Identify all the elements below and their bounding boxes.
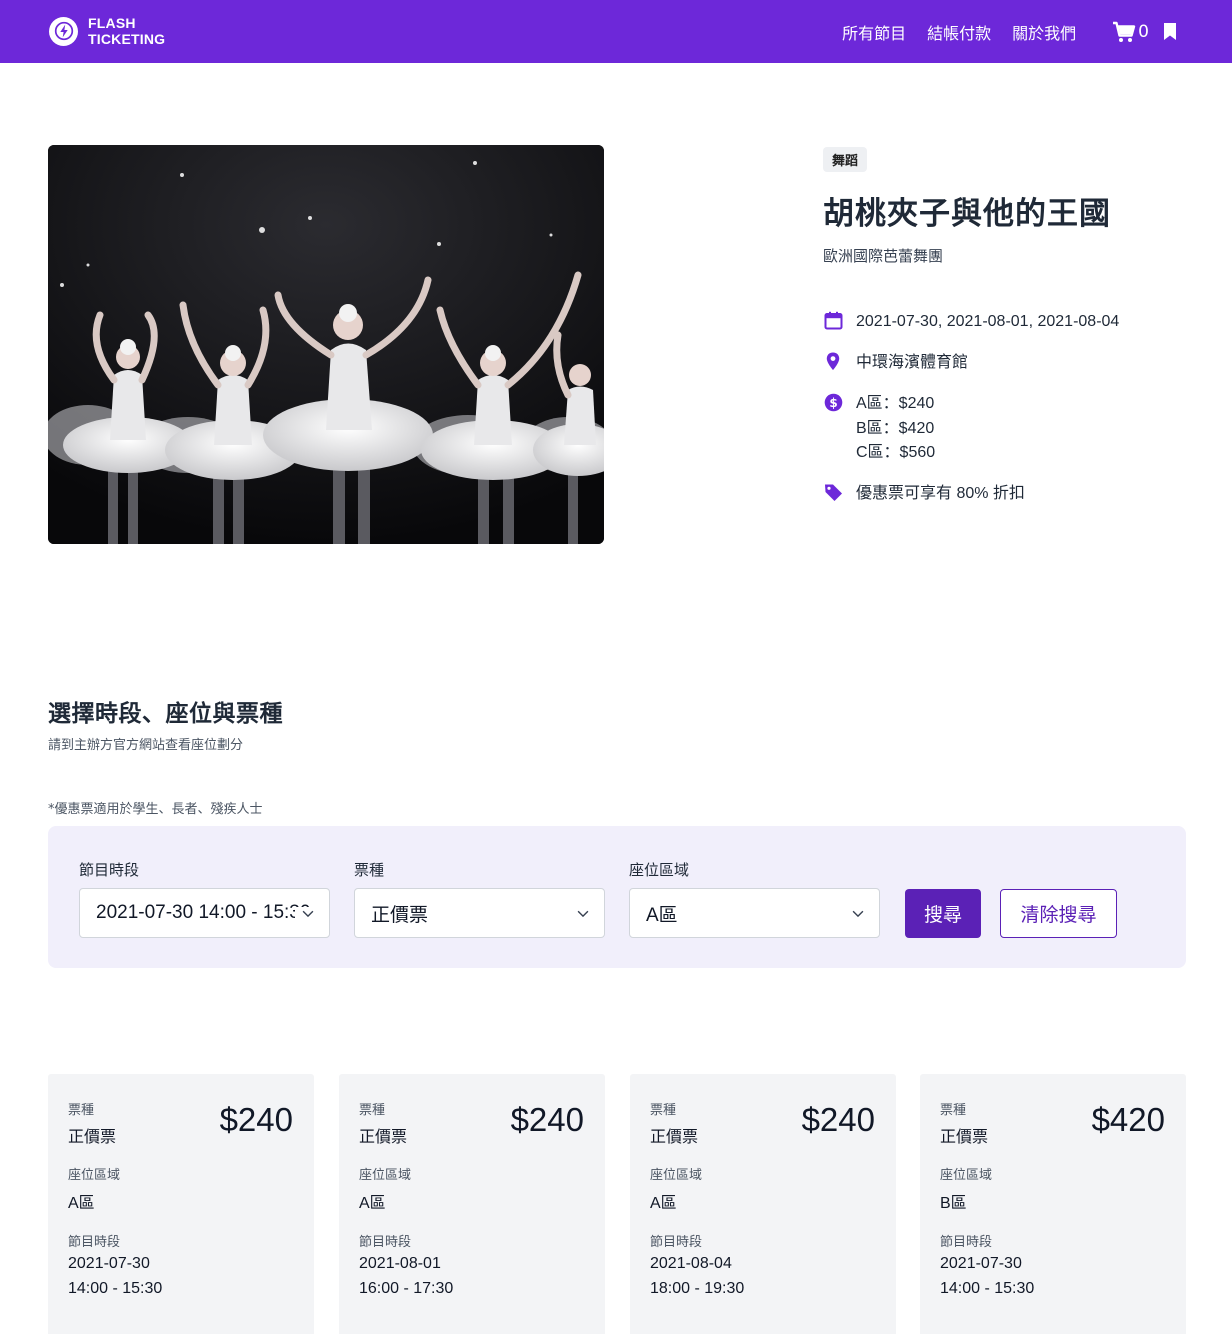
ticket-card[interactable]: 票種 正價票 $240 座位區域 A區 節目時段 2021-08-01 16:0… <box>339 1074 605 1334</box>
session-date: 2021-08-04 <box>650 1255 732 1272</box>
session-label: 節目時段 <box>940 1235 993 1250</box>
event-title: 胡桃夾子與他的王國 <box>823 196 1111 232</box>
event-prices: A區：$240 B區：$420 C區：$560 <box>856 392 935 466</box>
ticket-price: $240 <box>510 1101 584 1138</box>
event-hero-image <box>48 145 604 544</box>
seat-zone-label: 座位區域 <box>68 1168 121 1183</box>
lightning-icon <box>49 16 78 46</box>
price-zone-b: B區：$420 <box>856 419 935 437</box>
dollar-icon: $ <box>823 392 843 412</box>
ticket-type-label: 票種 <box>940 1103 967 1118</box>
session-time: 14:00 - 15:30 <box>940 1280 1035 1297</box>
ticket-type-label: 票種 <box>650 1103 677 1118</box>
nav-link-checkout[interactable]: 結帳付款 <box>927 20 991 44</box>
category-badge[interactable]: 舞蹈 <box>823 147 868 172</box>
seat-zone-label: 座位區域 <box>940 1168 993 1183</box>
ticket-type: 正價票 <box>68 1129 117 1146</box>
price-zone-a: A區：$240 <box>856 395 935 412</box>
clear-search-button[interactable]: 清除搜尋 <box>1000 889 1117 938</box>
event-discount-row: 優惠票可享有 80% 折扣 <box>823 482 1025 507</box>
ticket-type-label: 票種 <box>354 861 385 879</box>
section-title: 選擇時段、座位與票種 <box>48 701 283 727</box>
brand-logo-link[interactable]: FLASH TICKETING <box>49 15 165 47</box>
seat-zone: A區 <box>68 1195 95 1212</box>
tag-icon <box>823 482 843 502</box>
seat-zone: A區 <box>359 1195 386 1212</box>
event-discount: 優惠票可享有 80% 折扣 <box>856 485 1025 502</box>
seat-zone-select-value: A區 <box>646 904 678 926</box>
ticket-type: 正價票 <box>940 1129 989 1146</box>
event-venue: 中環海濱體育館 <box>856 354 969 371</box>
session-time: 18:00 - 19:30 <box>650 1280 745 1297</box>
ticket-card[interactable]: 票種 正價票 $240 座位區域 A區 節目時段 2021-07-30 14:0… <box>48 1074 314 1334</box>
location-pin-icon <box>823 351 843 371</box>
chevron-down-icon <box>845 907 865 921</box>
session-label: 節目時段 <box>359 1235 412 1250</box>
seat-zone-select[interactable]: A區 <box>629 888 880 938</box>
brand-name-line1: FLASH <box>88 15 136 31</box>
session-label: 節目時段 <box>650 1235 703 1250</box>
cart-button[interactable]: 0 <box>1112 21 1149 43</box>
ticket-price: $240 <box>801 1101 875 1138</box>
seat-zone: B區 <box>940 1195 967 1212</box>
section-subtitle: 請到主辦方官方網站查看座位劃分 <box>48 738 244 753</box>
ticket-price: $240 <box>219 1101 293 1138</box>
ticket-card[interactable]: 票種 正價票 $240 座位區域 A區 節目時段 2021-08-04 18:0… <box>630 1074 896 1334</box>
brand-name: FLASH TICKETING <box>88 15 165 47</box>
ticket-type-select-value: 正價票 <box>371 904 429 926</box>
svg-text:$: $ <box>829 396 837 410</box>
session-label: 節目時段 <box>68 1235 121 1250</box>
seat-zone-label: 座位區域 <box>650 1168 703 1183</box>
seat-zone: A區 <box>650 1195 677 1212</box>
bookmark-button[interactable] <box>1163 22 1177 41</box>
nav-link-all-events[interactable]: 所有節目 <box>842 20 906 44</box>
session-select[interactable]: 2021-07-30 14:00 - 15:30 <box>79 888 330 938</box>
session-date: 2021-07-30 <box>940 1255 1022 1272</box>
event-venue-row: 中環海濱體育館 <box>823 351 968 376</box>
event-dates: 2021-07-30, 2021-08-01, 2021-08-04 <box>856 313 1120 330</box>
bookmark-icon <box>1164 23 1176 40</box>
price-zone-c: C區：$560 <box>856 444 936 461</box>
seat-zone-label: 座位區域 <box>359 1168 412 1183</box>
nav-links: 所有節目 結帳付款 關於我們 0 <box>821 0 1177 63</box>
cart-count: 0 <box>1138 21 1149 42</box>
event-organizer: 歐洲國際芭蕾舞團 <box>823 247 944 265</box>
session-date: 2021-07-30 <box>68 1255 150 1272</box>
nav-link-about[interactable]: 關於我們 <box>1012 20 1076 44</box>
session-label: 節目時段 <box>79 861 140 879</box>
cart-icon <box>1113 21 1136 42</box>
search-button[interactable]: 搜尋 <box>905 889 981 938</box>
session-select-value: 2021-07-30 14:00 - 15:30 <box>96 902 311 923</box>
ticket-type-label: 票種 <box>359 1103 386 1118</box>
event-dates-row: 2021-07-30, 2021-08-01, 2021-08-04 <box>823 310 1119 335</box>
calendar-icon <box>823 310 843 330</box>
ticket-type-label: 票種 <box>68 1103 95 1118</box>
top-navbar: FLASH TICKETING 所有節目 結帳付款 關於我們 0 <box>0 0 1232 63</box>
ticket-type: 正價票 <box>359 1129 408 1146</box>
brand-name-line2: TICKETING <box>88 31 166 47</box>
ticket-price: $420 <box>1091 1101 1165 1138</box>
session-date: 2021-08-01 <box>359 1255 441 1272</box>
session-time: 16:00 - 17:30 <box>359 1280 454 1297</box>
seat-zone-label: 座位區域 <box>629 861 690 879</box>
discount-note: *優惠票適用於學生、長者、殘疾人士 <box>48 802 263 817</box>
ticket-card[interactable]: 票種 正價票 $420 座位區域 B區 節目時段 2021-07-30 14:0… <box>920 1074 1186 1334</box>
chevron-down-icon <box>570 907 590 921</box>
ticket-type-select[interactable]: 正價票 <box>354 888 605 938</box>
ticket-type: 正價票 <box>650 1129 699 1146</box>
chevron-down-icon <box>295 907 315 921</box>
event-prices-row: $ A區：$240 B區：$420 C區：$560 <box>823 392 935 466</box>
session-time: 14:00 - 15:30 <box>68 1280 163 1297</box>
